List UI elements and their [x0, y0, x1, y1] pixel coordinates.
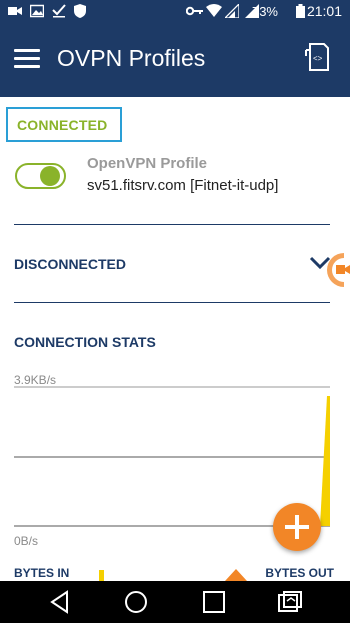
signal-icon	[225, 4, 239, 18]
shield-icon	[74, 4, 86, 18]
bytes-out-label: BYTES OUT	[265, 566, 334, 580]
y-axis-min-label: 0B/s	[14, 534, 39, 548]
divider	[14, 302, 330, 303]
profile-server[interactable]: sv51.fitsrv.com [Fitnet-it-udp]	[87, 177, 278, 194]
profile-name[interactable]: OpenVPN Profile	[87, 155, 207, 172]
battery-percent: 73%	[251, 4, 278, 19]
wifi-icon	[206, 4, 222, 17]
switch-sim-icon[interactable]	[277, 589, 303, 615]
svg-text:<>: <>	[313, 54, 323, 63]
connection-stats-header: CONNECTION STATS	[14, 334, 156, 350]
home-icon[interactable]	[123, 589, 149, 615]
floating-camera-bubble-icon[interactable]	[327, 253, 350, 287]
app-bar: OVPN Profiles <>	[0, 24, 350, 97]
task-check-icon	[52, 4, 66, 18]
bytes-in-series	[320, 396, 330, 526]
image-icon	[30, 4, 44, 18]
divider	[14, 224, 330, 225]
vpn-key-icon	[186, 6, 203, 16]
page-title: OVPN Profiles	[57, 45, 206, 71]
system-nav-bar	[0, 581, 350, 623]
menu-icon[interactable]	[14, 48, 40, 70]
import-profile-icon[interactable]: <>	[304, 42, 332, 72]
bytes-in-label: BYTES IN	[14, 566, 70, 580]
video-icon	[8, 7, 22, 15]
toggle-knob	[40, 166, 60, 186]
clock: 21:01	[306, 3, 342, 19]
bytes-in-marker	[99, 570, 104, 581]
disconnected-header[interactable]: DISCONNECTED	[14, 256, 126, 272]
add-profile-button[interactable]	[273, 503, 321, 551]
recents-icon[interactable]	[201, 589, 227, 615]
battery-icon	[296, 4, 305, 18]
status-bar: 73% 21:01	[0, 0, 350, 24]
connected-header: CONNECTED	[17, 117, 108, 133]
back-icon[interactable]	[47, 589, 73, 615]
connected-header-box: CONNECTED	[6, 107, 122, 142]
profile-connect-toggle[interactable]	[15, 161, 66, 191]
bytes-out-marker-icon	[225, 569, 247, 581]
